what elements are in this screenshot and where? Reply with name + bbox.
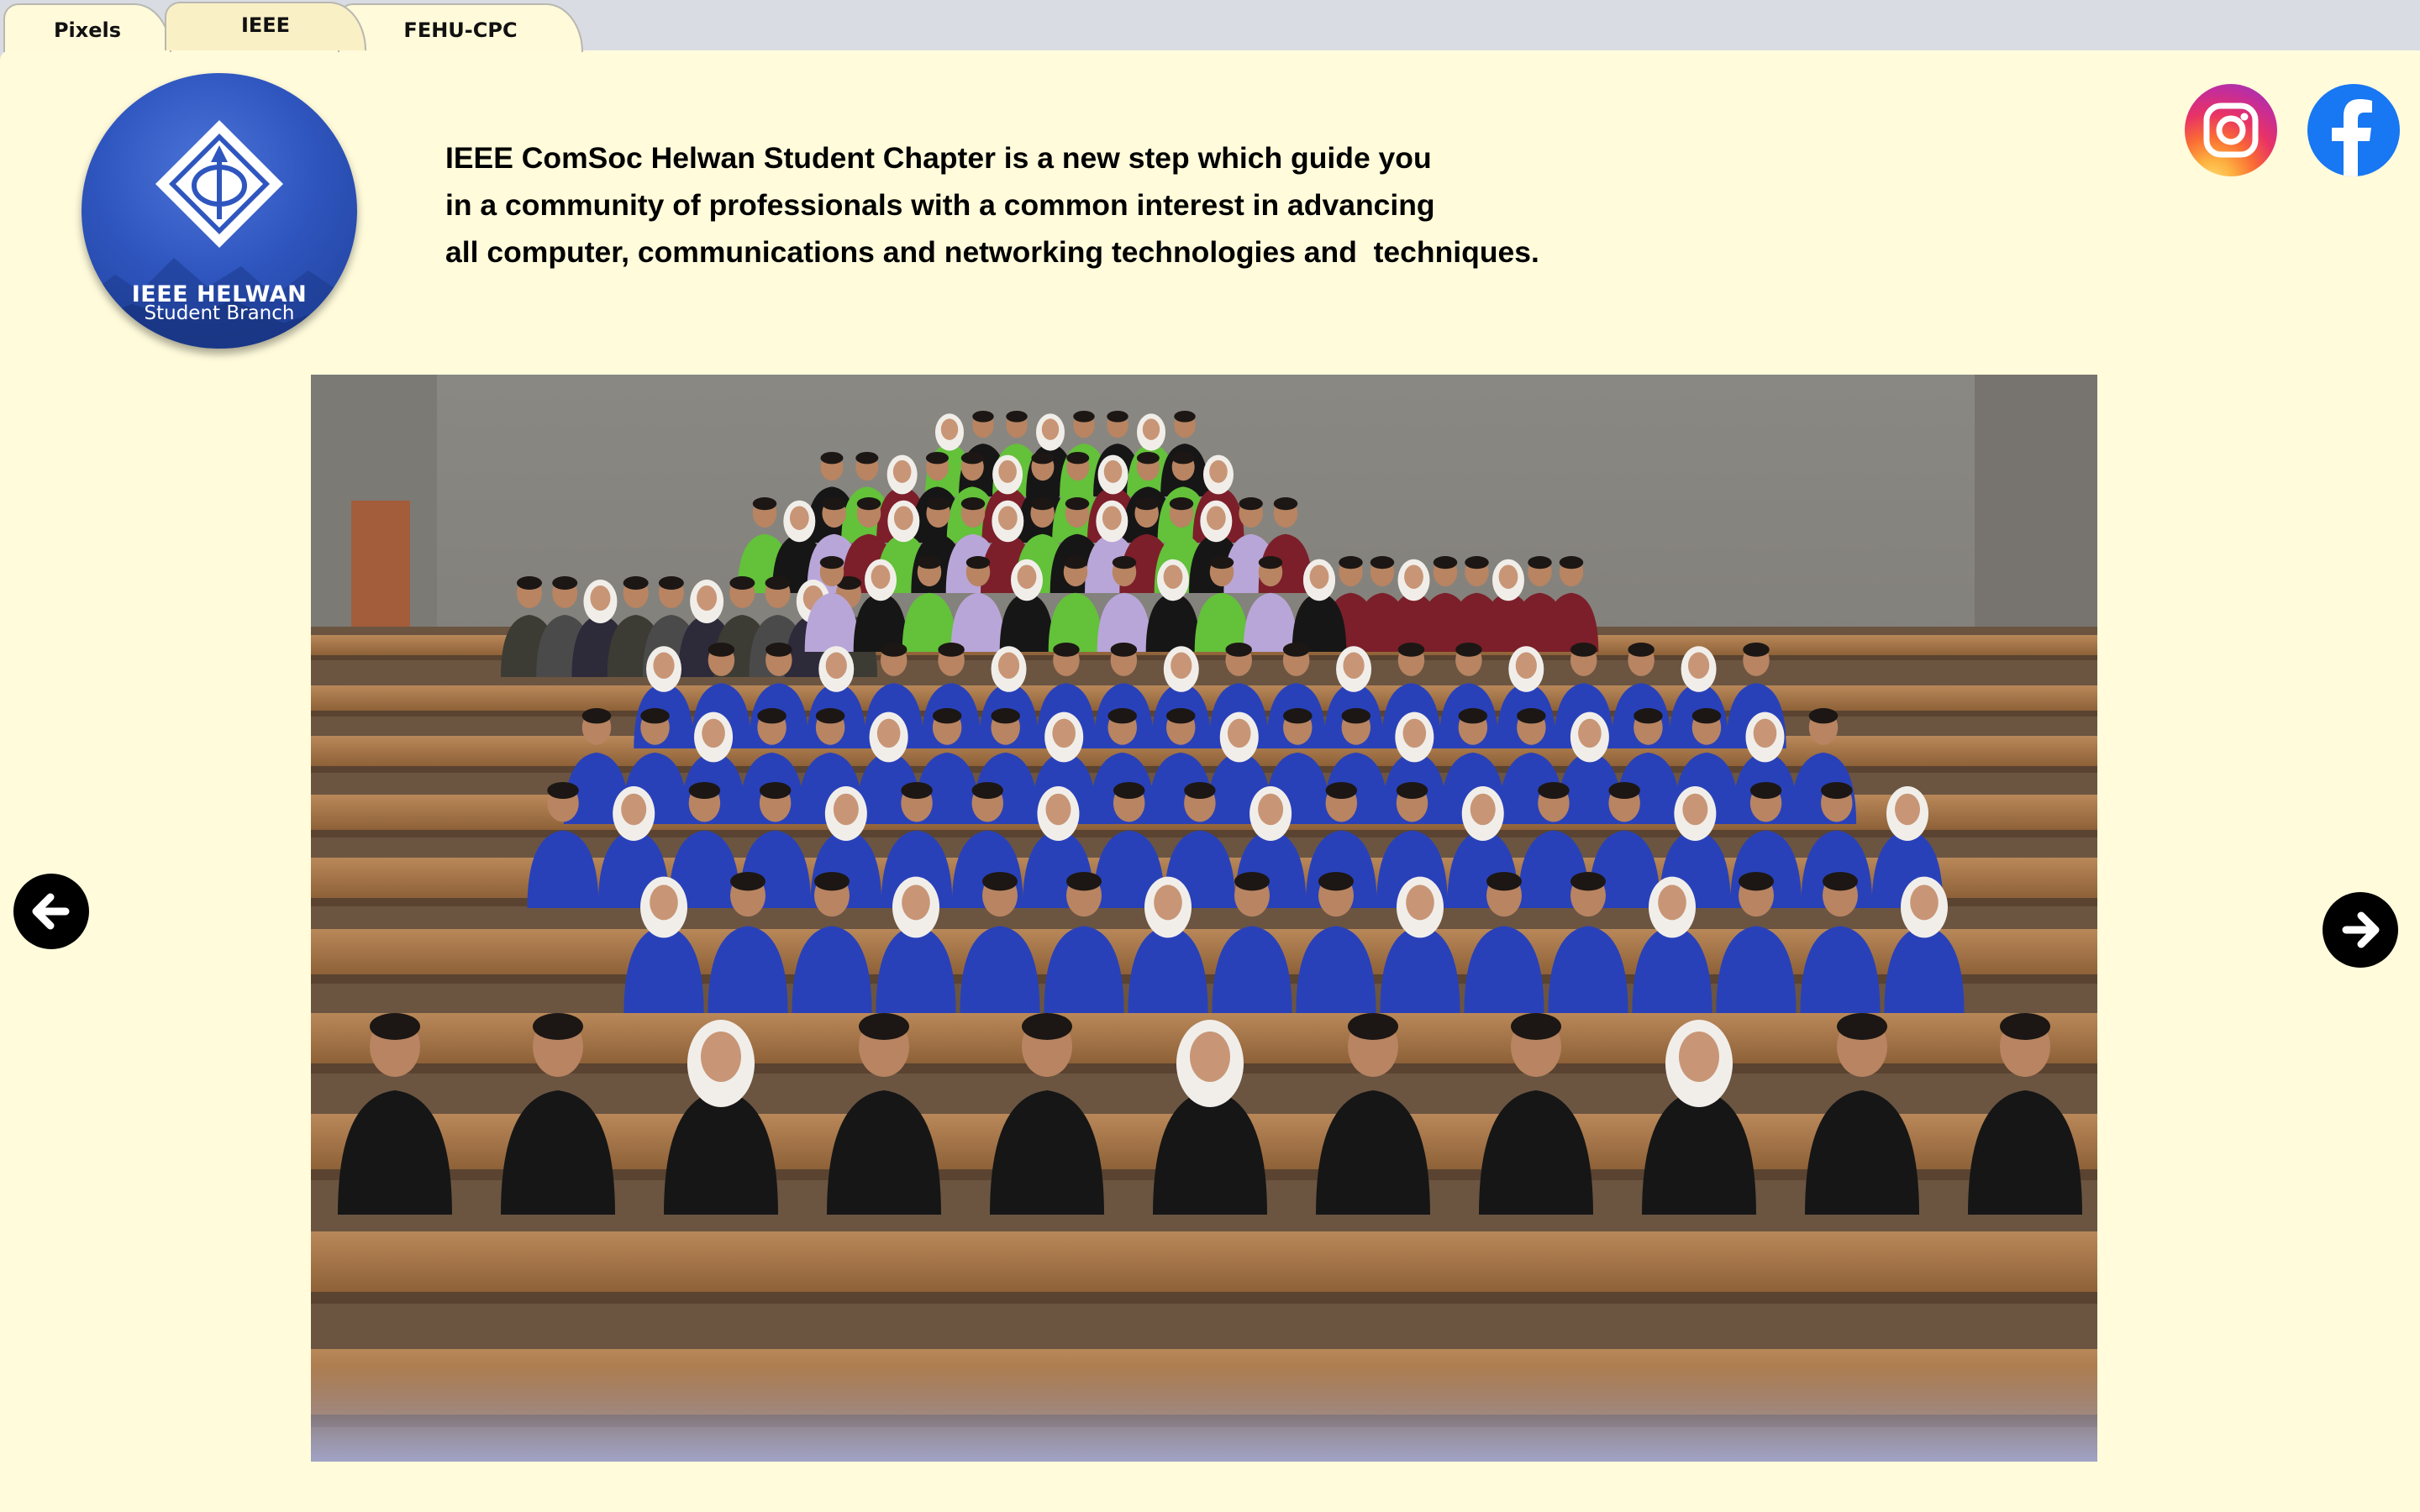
intro-line: all computer, communications and network… bbox=[445, 235, 1539, 269]
arrow-left-icon bbox=[16, 876, 87, 947]
facebook-icon bbox=[2332, 99, 2372, 176]
door bbox=[351, 501, 410, 635]
bench-shadow bbox=[311, 1292, 2097, 1304]
bench-row bbox=[311, 1231, 2097, 1292]
group-photo bbox=[311, 375, 2097, 1462]
tab-pixels[interactable]: Pixels bbox=[3, 3, 171, 52]
intro-paragraph: IEEE ComSoc Helwan Student Chapter is a … bbox=[445, 134, 1672, 276]
tab-fehu-cpc[interactable]: FEHU-CPC bbox=[338, 3, 583, 52]
instagram-link[interactable] bbox=[2185, 84, 2277, 176]
tab-bar: Pixels FEHU-CPC IEEE bbox=[0, 0, 2420, 52]
logo-subtitle: Student Branch bbox=[144, 302, 295, 324]
carousel-prev-button[interactable] bbox=[13, 874, 89, 949]
tab-ieee[interactable]: IEEE bbox=[165, 2, 366, 50]
intro-line: in a community of professionals with a c… bbox=[445, 188, 1435, 222]
ieee-helwan-logo: IEEE HELWAN Student Branch bbox=[82, 73, 357, 349]
tab-fehu-cpc-label: FEHU-CPC bbox=[403, 18, 518, 42]
ieee-diamond-icon bbox=[155, 120, 283, 248]
tab-pixels-label: Pixels bbox=[53, 18, 122, 42]
facebook-link[interactable] bbox=[2307, 84, 2400, 176]
arrow-right-icon bbox=[2325, 895, 2396, 965]
group-photo-illustration bbox=[311, 375, 2097, 1462]
instagram-icon bbox=[2203, 102, 2259, 158]
carousel-next-button[interactable] bbox=[2323, 892, 2398, 968]
page-content: IEEE HELWAN Student Branch IEEE ComSoc H… bbox=[0, 50, 2420, 1512]
tab-ieee-label: IEEE bbox=[240, 13, 291, 37]
intro-line: IEEE ComSoc Helwan Student Chapter is a … bbox=[445, 141, 1432, 175]
